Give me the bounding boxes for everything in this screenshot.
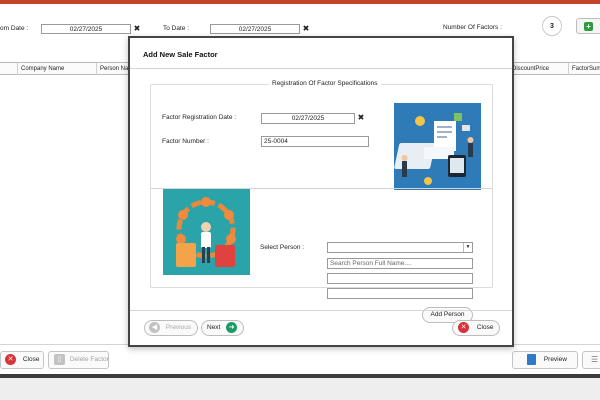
- close-button-label: Close: [22, 356, 40, 363]
- factor-specifications-group: Registration Of Factor Specifications Fa…: [150, 80, 493, 323]
- delete-document-icon: ▯: [54, 353, 65, 365]
- column-company-name[interactable]: Company Name: [17, 63, 96, 75]
- delete-factor-button[interactable]: ▯ Delete Factor: [48, 351, 109, 369]
- clear-registration-date-icon[interactable]: ✖: [356, 113, 366, 123]
- factor-number-field[interactable]: 25-0004: [261, 136, 369, 147]
- search-person-input[interactable]: Search Person Full Name....: [327, 258, 473, 269]
- bottom-toolbar: ✕ Close ▯ Delete Factor Preview ☰: [0, 344, 600, 374]
- preview-icon: [527, 353, 536, 365]
- dialog-close-button[interactable]: ✕ Close: [452, 320, 500, 336]
- from-date-label: om Date :: [0, 25, 29, 32]
- close-icon: ✕: [5, 353, 16, 365]
- next-button[interactable]: Next ➜: [201, 320, 244, 336]
- close-button[interactable]: ✕ Close: [0, 351, 44, 369]
- add-factor-button[interactable]: +: [576, 18, 600, 34]
- list-button[interactable]: ☰: [582, 351, 600, 369]
- column-discount-price[interactable]: DiscountPrice: [508, 63, 568, 75]
- plus-icon: +: [584, 22, 593, 31]
- factor-number-label: Factor Number :: [162, 138, 209, 145]
- preview-button[interactable]: Preview: [512, 351, 578, 369]
- clear-to-date-icon[interactable]: ✖: [301, 24, 311, 34]
- top-accent-bar: [0, 0, 600, 4]
- select-person-dropdown[interactable]: ▼: [327, 242, 473, 253]
- grid-row-selector-column: [0, 63, 17, 75]
- invoice-illustration: [394, 103, 481, 190]
- footer-divider: [130, 310, 512, 311]
- clear-from-date-icon[interactable]: ✖: [132, 24, 142, 34]
- add-sale-factor-dialog: Add New Sale Factor Registration Of Fact…: [128, 36, 514, 347]
- dialog-close-label: Close: [476, 324, 494, 331]
- arrow-left-icon: ◀: [149, 321, 160, 333]
- column-factor-sum[interactable]: FactorSum: [568, 63, 600, 75]
- factor-registration-date-label: Factor Registration Date :: [162, 114, 237, 121]
- column-person-name[interactable]: Person Na: [96, 63, 128, 75]
- dialog-title: Add New Sale Factor: [143, 50, 218, 59]
- chevron-down-icon[interactable]: ▼: [463, 243, 472, 252]
- footer-area: [0, 378, 600, 400]
- number-of-factors-badge: 3: [542, 16, 562, 36]
- preview-label: Preview: [543, 356, 567, 363]
- close-icon: ✕: [458, 321, 469, 333]
- group-title: Registration Of Factor Specifications: [269, 80, 381, 87]
- factor-registration-date-field[interactable]: 02/27/2025: [261, 113, 355, 124]
- list-icon: ☰: [591, 355, 599, 364]
- to-date-field[interactable]: 02/27/2025: [210, 24, 300, 34]
- number-of-factors-label: Number Of Factors :: [443, 24, 502, 31]
- previous-label: Previous: [165, 324, 192, 331]
- next-label: Next: [207, 324, 221, 331]
- arrow-right-icon: ➜: [226, 321, 238, 333]
- to-date-label: To Date :: [163, 25, 190, 32]
- select-person-label: Select Person :: [260, 244, 305, 251]
- shopping-illustration: [163, 189, 250, 275]
- previous-button[interactable]: ◀ Previous: [144, 320, 198, 336]
- title-divider: [130, 68, 512, 69]
- person-detail-field-2[interactable]: [327, 288, 473, 299]
- person-detail-field-1[interactable]: [327, 273, 473, 284]
- delete-factor-label: Delete Factor: [69, 356, 109, 363]
- from-date-field[interactable]: 02/27/2025: [41, 24, 131, 34]
